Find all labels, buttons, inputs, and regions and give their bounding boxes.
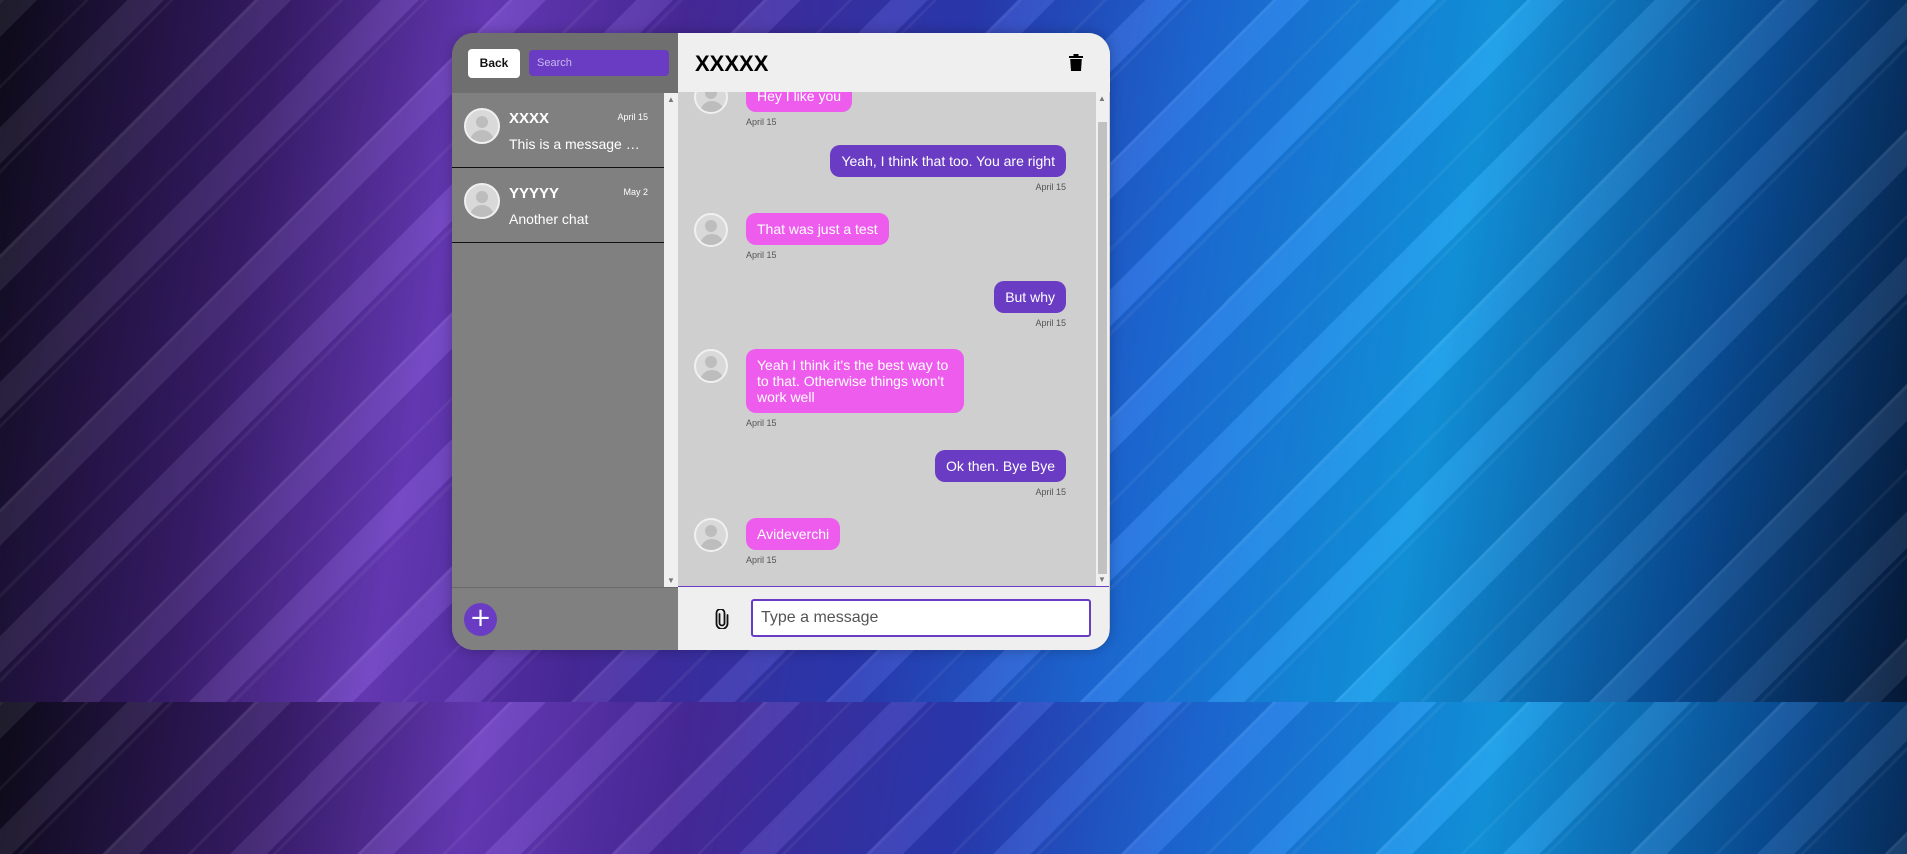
user-avatar-icon (694, 92, 728, 114)
search-input[interactable] (529, 50, 669, 76)
message-incoming: That was just a test April 15 (694, 213, 889, 260)
message-date: April 15 (1035, 182, 1066, 192)
chat-list-item[interactable]: XXXX April 15 This is a message sample (452, 93, 664, 168)
scroll-down-icon[interactable]: ▼ (667, 576, 675, 585)
scrollbar-thumb[interactable] (1098, 122, 1107, 574)
message-date: April 15 (746, 418, 777, 428)
message-bubble: Avideverchi (746, 518, 841, 550)
conversation-title: XXXXX (695, 51, 769, 76)
message-date: April 15 (1035, 318, 1066, 328)
chat-list-scrollbar[interactable]: ▲ ▼ (664, 93, 678, 587)
message-incoming: Avideverchi April 15 (694, 518, 841, 565)
chat-preview: This is a message sample (509, 136, 644, 152)
chat-list: XXXX April 15 This is a message sample Y… (452, 93, 664, 587)
message-input[interactable] (751, 599, 1091, 637)
conversation-panel: XXXXX Hey I like you April 15 Yeah, I th… (678, 33, 1110, 650)
trash-icon[interactable] (1069, 54, 1083, 71)
chat-sidebar: Back XXXX April 15 This is a message sam… (452, 33, 678, 650)
user-avatar-icon (694, 349, 728, 383)
user-avatar-icon (464, 183, 500, 219)
message-outgoing: Yeah, I think that too. You are right Ap… (830, 145, 1066, 192)
message-incoming: Yeah I think it's the best way to to tha… (694, 349, 964, 428)
chat-app-window: Back XXXX April 15 This is a message sam… (452, 33, 1110, 650)
user-avatar-icon (464, 108, 500, 144)
paperclip-icon[interactable] (715, 609, 729, 629)
message-date: April 15 (746, 555, 777, 565)
message-list-scrollbar[interactable]: ▲ ▼ (1096, 92, 1109, 586)
message-date: April 15 (746, 117, 777, 127)
sidebar-footer: + (452, 587, 678, 650)
user-avatar-icon (694, 518, 728, 552)
message-bubble: But why (994, 281, 1066, 313)
message-list: Hey I like you April 15 Yeah, I think th… (678, 92, 1096, 586)
conversation-header: XXXXX (678, 33, 1110, 92)
sidebar-header: Back (452, 33, 678, 93)
chat-date: April 15 (617, 112, 648, 122)
message-outgoing: Ok then. Bye Bye April 15 (935, 450, 1066, 497)
new-chat-button[interactable]: + (464, 603, 497, 636)
user-avatar-icon (694, 213, 728, 247)
chat-list-item[interactable]: YYYYY May 2 Another chat (452, 168, 664, 243)
message-incoming: Hey I like you April 15 (694, 92, 853, 127)
message-outgoing: But why April 15 (994, 281, 1066, 328)
chat-name: YYYYY (509, 185, 560, 202)
chat-preview: Another chat (509, 211, 589, 227)
scroll-up-icon[interactable]: ▲ (1098, 94, 1106, 103)
chat-name: XXXX (509, 110, 550, 127)
scroll-up-icon[interactable]: ▲ (667, 95, 675, 104)
scroll-down-icon[interactable]: ▼ (1098, 575, 1106, 584)
message-bubble: Yeah I think it's the best way to to tha… (746, 349, 964, 413)
chat-date: May 2 (623, 187, 648, 197)
message-bubble: Ok then. Bye Bye (935, 450, 1066, 482)
message-bubble: Yeah, I think that too. You are right (830, 145, 1066, 177)
message-date: April 15 (1035, 487, 1066, 497)
message-bubble: That was just a test (746, 213, 889, 245)
message-date: April 15 (746, 250, 777, 260)
composer (678, 586, 1109, 650)
message-bubble: Hey I like you (746, 92, 853, 112)
back-button[interactable]: Back (468, 48, 520, 78)
